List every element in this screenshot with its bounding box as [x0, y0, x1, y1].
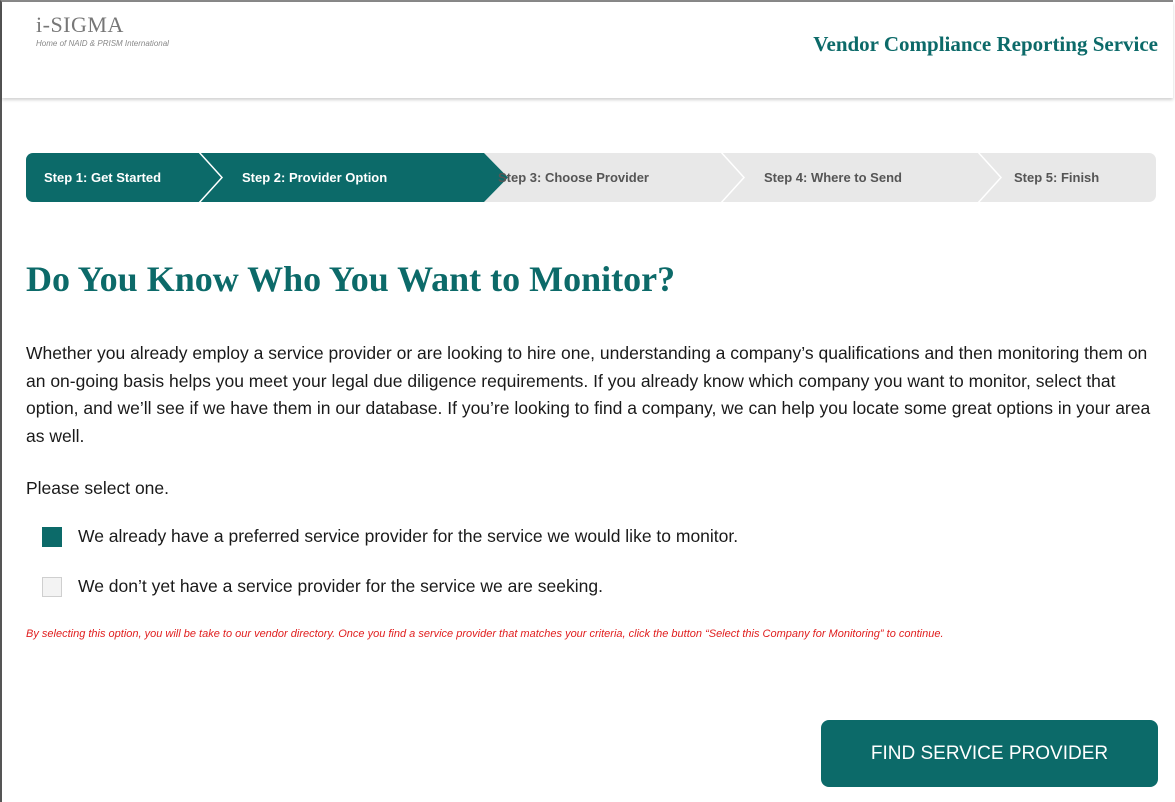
directory-note: By selecting this option, you will be ta… [26, 628, 944, 640]
option-preferred-provider[interactable]: We already have a preferred service prov… [42, 526, 738, 547]
service-title: Vendor Compliance Reporting Service [813, 32, 1158, 56]
isigma-logo[interactable]: i-SIGMA Home of NAID & PRISM Internation… [36, 12, 169, 49]
option-no-provider-label: We don’t yet have a service provider for… [78, 576, 603, 596]
step-provider-option[interactable]: Step 2: Provider Option [242, 153, 387, 202]
step-divider-3 [720, 153, 746, 202]
step-divider-4 [977, 153, 1003, 202]
logo-text: i-SIGMA [36, 12, 124, 37]
intro-paragraph: Whether you already employ a service pro… [26, 343, 1151, 446]
site-header: i-SIGMA Home of NAID & PRISM Internation… [2, 2, 1173, 98]
progress-stepper: Step 1: Get Started Step 2: Provider Opt… [26, 153, 1156, 202]
step-get-started[interactable]: Step 1: Get Started [44, 153, 161, 202]
selection-prompt: Please select one. [26, 478, 170, 498]
logo-subtitle: Home of NAID & PRISM International [36, 39, 169, 48]
find-service-provider-button[interactable]: FIND SERVICE PROVIDER [821, 720, 1158, 787]
page-heading: Do You Know Who You Want to Monitor? [26, 259, 676, 299]
checkbox-no-provider[interactable] [42, 576, 62, 597]
option-no-provider[interactable]: We don’t yet have a service provider for… [42, 576, 603, 597]
step-where-to-send[interactable]: Step 4: Where to Send [764, 153, 902, 202]
step-finish[interactable]: Step 5: Finish [1014, 153, 1099, 202]
step-choose-provider[interactable]: Step 3: Choose Provider [498, 153, 649, 202]
option-preferred-provider-label: We already have a preferred service prov… [78, 526, 739, 546]
checkbox-preferred-provider[interactable] [42, 526, 62, 547]
